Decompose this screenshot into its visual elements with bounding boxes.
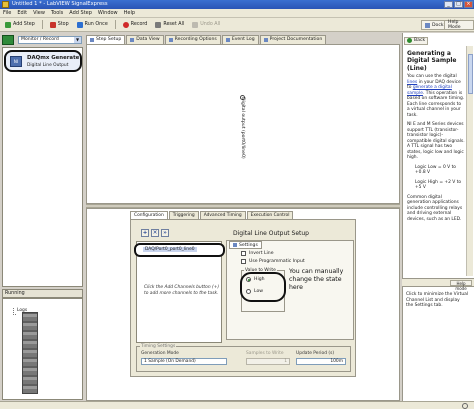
channel-help-text: Click the Add Channels button (+) to add… xyxy=(144,285,220,296)
remove-channel-button[interactable]: ✕ xyxy=(151,229,159,237)
tab-triggering[interactable]: Triggering xyxy=(168,211,199,219)
channel-list-item[interactable]: DAQ/Port0_port0_line0 xyxy=(134,243,225,257)
help-paragraph-3: Common digital generation applications i… xyxy=(407,194,463,222)
gear-icon[interactable] xyxy=(462,403,468,409)
app-icon xyxy=(2,1,9,8)
tab-event-log[interactable]: Event Log xyxy=(221,35,259,44)
running-log-panel: Logs xyxy=(2,298,83,400)
help-scrollbar[interactable] xyxy=(466,46,473,276)
menu-view[interactable]: View xyxy=(33,10,45,16)
timing-settings-caption: Timing Settings xyxy=(140,344,177,349)
update-period-label: Update Period (s) xyxy=(296,351,335,356)
generation-mode-select[interactable]: 1 Sample (On Demand) xyxy=(141,358,227,365)
menu-window[interactable]: Window xyxy=(98,10,118,16)
help-navigation: Back xyxy=(404,36,472,45)
record-icon xyxy=(122,21,129,28)
window-title: Untitled 1 * - LabVIEW SignalExpress xyxy=(12,1,108,7)
stop-icon xyxy=(49,21,56,28)
daqmx-step-icon: NI xyxy=(10,56,22,67)
chevron-down-icon[interactable]: ▼ xyxy=(74,37,81,43)
menu-help[interactable]: Help xyxy=(124,10,135,16)
undo-icon xyxy=(192,21,199,28)
help-body: You can use the digital lines in your DA… xyxy=(407,74,465,226)
channel-toolbar: + ✕ » xyxy=(141,229,191,239)
tab-step-setup[interactable]: Step Setup xyxy=(86,35,126,44)
setup-title: Digital Line Output Setup xyxy=(233,230,309,237)
checkbox-box[interactable] xyxy=(241,251,246,256)
reset-all-button[interactable]: Reset All xyxy=(152,20,187,30)
tab-advanced-timing[interactable]: Advanced Timing xyxy=(199,211,246,219)
channel-name: DAQ/Port0_port0_line0 xyxy=(143,247,197,252)
invert-line-checkbox[interactable]: Invert Line xyxy=(241,251,274,256)
data-view-icon xyxy=(130,38,135,42)
step-daqmx-generate[interactable]: NI DAQmx Generate Digital Line Output xyxy=(4,50,82,72)
logic-high-text: Logic High = +2 V to +5 V xyxy=(415,179,462,191)
lines-link[interactable]: lines xyxy=(407,80,417,85)
documentation-icon xyxy=(263,38,268,42)
main-tabs: Step Setup Data View Recording Options E… xyxy=(86,35,402,44)
help-mode-toggle[interactable]: Help mode xyxy=(450,280,472,291)
help-title: Generating a Digital Sample (Line) xyxy=(407,50,457,72)
minimize-button[interactable]: _ xyxy=(444,1,453,8)
output-port-label: Digital output (port0/line0) xyxy=(240,97,245,159)
tab-settings[interactable]: Settings xyxy=(229,241,262,249)
generation-mode-label: Generation Mode xyxy=(141,351,179,356)
record-button[interactable]: Record xyxy=(120,20,151,30)
scroll-thumb[interactable] xyxy=(468,54,473,94)
close-button[interactable]: × xyxy=(464,1,473,8)
context-help-header: Help mode xyxy=(402,278,474,291)
stop-button[interactable]: Stop xyxy=(47,20,72,30)
tab-configuration[interactable]: Configuration xyxy=(130,211,168,219)
logic-low-text: Logic Low = 0 V to +0.8 V xyxy=(415,164,456,176)
help-mode-button[interactable]: Help Mode xyxy=(444,20,474,30)
status-bar xyxy=(0,401,474,409)
menu-add-step[interactable]: Add Step xyxy=(69,10,92,16)
menu-tools[interactable]: Tools xyxy=(51,10,63,16)
samples-to-write-label: Samples to Write xyxy=(246,351,284,356)
value-highlight-oval xyxy=(240,272,286,302)
tab-data-view[interactable]: Data View xyxy=(126,35,164,44)
tab-project-documentation[interactable]: Project Documentation xyxy=(259,35,327,44)
collapse-channel-list-button[interactable]: » xyxy=(161,229,169,237)
menu-bar: File Edit View Tools Add Step Window Hel… xyxy=(0,9,474,18)
title-bar: Untitled 1 * - LabVIEW SignalExpress _ □… xyxy=(0,0,474,9)
dock-icon xyxy=(425,22,430,28)
recording-icon xyxy=(168,38,173,42)
tab-execution-control[interactable]: Execution Control xyxy=(246,211,294,219)
add-channel-button[interactable]: + xyxy=(141,229,149,237)
context-help-text: Click to minimize the Virtual Channel Li… xyxy=(406,292,469,308)
menu-edit[interactable]: Edit xyxy=(17,10,27,16)
run-icon xyxy=(76,21,83,28)
menu-file[interactable]: File xyxy=(3,10,11,16)
samples-to-write-field: 1 xyxy=(246,358,290,365)
toolbar: Add Step Stop Run Once Record Reset All … xyxy=(0,18,474,32)
programmatic-input-checkbox[interactable]: Use Programmatic Input xyxy=(241,259,305,264)
checkbox-box[interactable] xyxy=(241,259,246,264)
step-title: DAQmx Generate xyxy=(27,55,80,61)
run-once-button[interactable]: Run Once xyxy=(74,20,111,30)
back-arrow-icon xyxy=(407,38,412,43)
step-setup-icon xyxy=(90,38,94,42)
maximize-button[interactable]: □ xyxy=(454,1,463,8)
reset-icon xyxy=(155,21,162,28)
settings-icon xyxy=(233,243,237,247)
help-paragraph-2: NI E and M Series devices support TTL (t… xyxy=(407,122,465,160)
tab-recording-options[interactable]: Recording Options xyxy=(164,35,221,44)
tree-connector xyxy=(13,308,16,315)
running-header: Running xyxy=(2,289,83,298)
step-subtitle: Digital Line Output xyxy=(27,63,69,68)
project-icon xyxy=(2,35,14,45)
help-paragraph-1: You can use the digital lines in your DA… xyxy=(407,74,465,118)
steps-list xyxy=(2,47,83,287)
event-log-icon xyxy=(225,38,230,42)
undo-button[interactable]: Undo All xyxy=(189,20,223,30)
mode-dropdown[interactable]: Monitor / Record ▼ xyxy=(18,36,82,44)
plus-icon xyxy=(5,21,11,28)
add-step-button[interactable]: Add Step xyxy=(2,20,38,30)
back-button[interactable]: Back xyxy=(404,36,429,45)
update-period-field[interactable]: 100m xyxy=(296,358,346,365)
stone-column-image xyxy=(22,312,38,394)
config-tabs: Configuration Triggering Advanced Timing… xyxy=(130,211,360,219)
annotation-callout: You can manually change the state here xyxy=(289,268,344,291)
